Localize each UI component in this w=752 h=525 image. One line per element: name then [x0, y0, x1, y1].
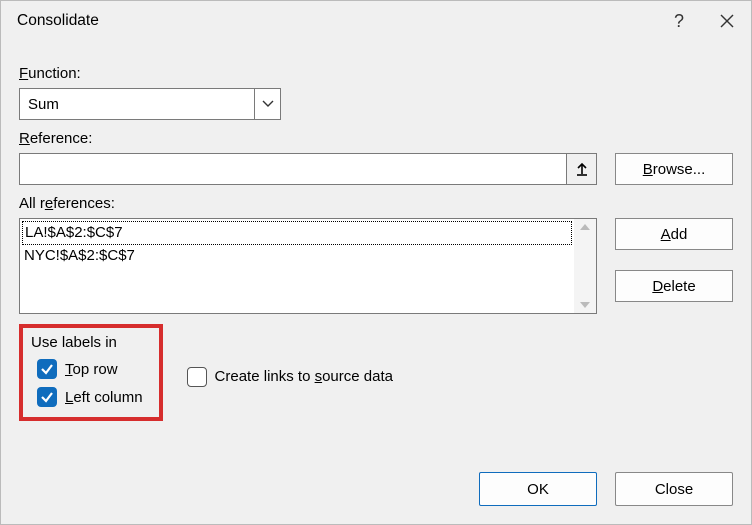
- create-links-checkbox[interactable]: [187, 367, 207, 387]
- browse-button[interactable]: Browse...: [615, 153, 733, 185]
- scroll-up-icon[interactable]: [579, 223, 591, 231]
- close-button[interactable]: Close: [615, 472, 733, 506]
- titlebar: Consolidate ?: [1, 1, 751, 41]
- add-button[interactable]: Add: [615, 218, 733, 250]
- dialog-title: Consolidate: [17, 12, 655, 30]
- use-labels-title: Use labels in: [31, 334, 143, 351]
- chevron-down-icon[interactable]: [254, 89, 280, 119]
- references-listbox[interactable]: LA!$A$2:$C$7 NYC!$A$2:$C$7: [19, 218, 597, 314]
- top-row-checkbox[interactable]: [37, 359, 57, 379]
- dialog-footer: OK Close: [1, 460, 751, 524]
- all-references-label: All references:: [19, 195, 733, 212]
- reference-label: Reference:: [19, 130, 733, 147]
- function-select[interactable]: Sum: [19, 88, 281, 120]
- close-icon[interactable]: [703, 14, 751, 28]
- scroll-down-icon[interactable]: [579, 301, 591, 309]
- list-item[interactable]: LA!$A$2:$C$7: [22, 221, 572, 245]
- use-labels-group: Use labels in Top row Left column: [19, 324, 163, 421]
- collapse-dialog-icon[interactable]: [567, 153, 597, 185]
- consolidate-dialog: Consolidate ? Function: Sum Reference: B…: [0, 0, 752, 525]
- delete-button[interactable]: Delete: [615, 270, 733, 302]
- reference-input[interactable]: [19, 153, 567, 185]
- scrollbar[interactable]: [574, 219, 596, 313]
- list-item[interactable]: NYC!$A$2:$C$7: [22, 245, 572, 267]
- function-select-value: Sum: [20, 96, 254, 113]
- help-button[interactable]: ?: [655, 11, 703, 32]
- create-links-label: Create links to source data: [215, 368, 393, 385]
- left-column-checkbox[interactable]: [37, 387, 57, 407]
- function-label: Function:: [19, 65, 733, 82]
- ok-button[interactable]: OK: [479, 472, 597, 506]
- left-column-label: Left column: [65, 389, 143, 406]
- top-row-label: Top row: [65, 361, 118, 378]
